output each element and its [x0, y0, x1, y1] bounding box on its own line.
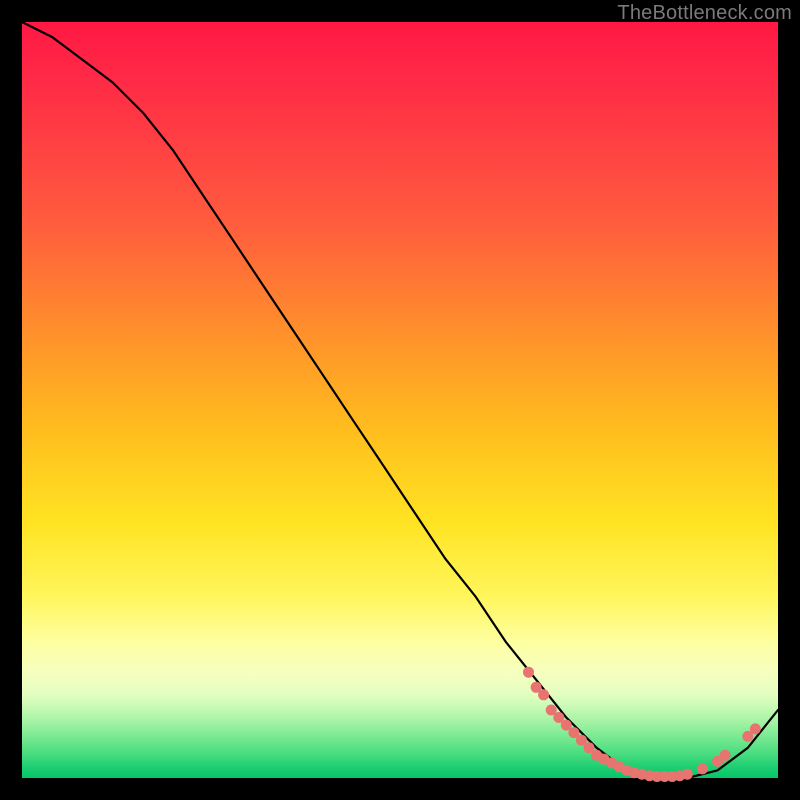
marker-dot — [750, 723, 761, 734]
marker-dot — [682, 769, 693, 780]
watermark-text: TheBottleneck.com — [617, 2, 792, 25]
chart-stage: TheBottleneck.com — [0, 0, 800, 800]
marker-dot — [697, 763, 708, 774]
series-curve — [22, 22, 778, 778]
chart-svg — [22, 22, 778, 778]
marker-dot — [523, 667, 534, 678]
marker-dot — [720, 750, 731, 761]
marker-dot — [538, 689, 549, 700]
chart-plot-area — [22, 22, 778, 778]
